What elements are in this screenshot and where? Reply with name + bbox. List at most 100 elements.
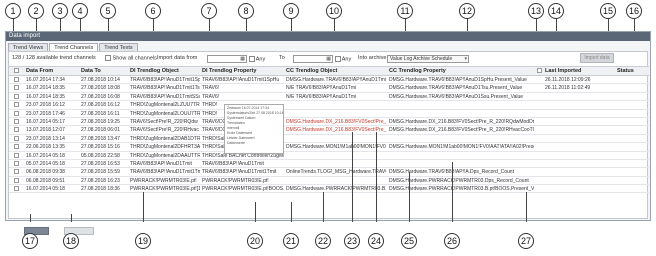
cell-cc-object: DMSG.Hardware.PWRRACK!PWRMTR03.B.pt! [286, 186, 386, 193]
col-status[interactable]: Status [617, 68, 634, 74]
col-di-trendlog-object[interactable]: DI Trendlog Object [130, 68, 179, 74]
callout-25: 25 [401, 233, 417, 249]
table-row[interactable]: 16.07.2014 18:35 27.08.2018 18:08 TRAV6!B8… [9, 84, 649, 93]
cell-di-property: PWRRACK!PWRMTR03!E.pt! [202, 177, 269, 184]
cell-di-property: TRAV6! [202, 85, 220, 92]
table-row[interactable]: 22.06.2018 13:35 27.08.2018 15:16 THRD!Zug… [9, 143, 649, 152]
any-to-checkbox[interactable] [334, 56, 341, 62]
callout-1: 1 [5, 3, 21, 19]
cell-cc-property: DMSG.Hardware.TRAV6!B83!AP!!AnuD1Tsu.Pre… [389, 85, 523, 92]
cell-di-object: TRAV6!B83!AP!!AnuD1Tmit1Tsu [130, 85, 200, 92]
cell-cc-object: DMSG.Hardware.DX_216.B83!FV0Sect!Pre_R_2… [286, 127, 386, 134]
to-label: To [279, 55, 285, 61]
table-row[interactable]: 06.08.2018 09:51 27.08.2018 16:23 PWRRACK!… [9, 177, 649, 186]
col-cc-trendlog-property[interactable]: CC Trendlog Property [389, 68, 446, 74]
import-button[interactable]: Import data [580, 53, 614, 63]
table-row[interactable]: 16.07.2014 18:35 27.08.2018 16:08 TRAV6!B8… [9, 93, 649, 102]
row-checkbox[interactable] [14, 152, 19, 158]
cell-di-object: THRD!ZugMontenal2DAAUTTRO [130, 152, 200, 159]
callout-8: 8 [238, 3, 254, 19]
any-from-checkbox[interactable] [248, 56, 255, 62]
row-checkbox[interactable] [14, 169, 19, 175]
cell-data-to: 27.08.2018 15:59 [81, 169, 120, 176]
col-di-trendlog-property[interactable]: DI Trendlog Property [202, 68, 256, 74]
cell-cc-object: DMSG.Hardware.MON1!M1ab00!MON1!FV0!AAT!A… [286, 144, 386, 151]
archive-group-select[interactable]: Value Log Archive Schedule ▾ [387, 55, 469, 63]
cell-data-from: 16.07.2014 05:18 [26, 152, 65, 159]
table-row[interactable]: 23.07.2018 13:14 27.08.2018 13:47 THRD!Zug… [9, 135, 649, 144]
cell-cc-object: DMSG.Hardware.DX_216.B83!FV0Sect!Pre_R_2… [286, 118, 386, 125]
cell-cc-property: DMSG.Hardware.DX_216.B83!FV0Sect!Pre_R_2… [389, 118, 534, 125]
cell-data-from: 23.07.2018 13:14 [26, 135, 65, 142]
table-row[interactable]: 06.08.2018 09:38 27.08.2018 15:59 TRAV6!B8… [9, 168, 649, 177]
trend-channels-content: 128 / 128 available trend channels Show … [8, 51, 649, 235]
callout-14: 14 [548, 3, 564, 19]
cell-cc-object: N/E TRAV6!B83!AP!!AnuD1Tmi [286, 85, 357, 92]
col-data-from[interactable]: Data From [26, 68, 53, 74]
col-last-imported[interactable]: Last Imported [545, 68, 581, 74]
cell-di-object: TRAV6!B83!AP!!AnuD1Tmit [130, 160, 192, 167]
grid-header: Data From Data To DI Trendlog Object DI … [9, 67, 649, 76]
table-row[interactable]: 23.07.2018 16:12 27.08.2018 16:12 THRD!Zug… [9, 101, 649, 110]
callout-19: 19 [135, 233, 151, 249]
row-checkbox[interactable] [14, 85, 19, 91]
import-to-date[interactable]: ▦ [293, 55, 333, 63]
table-row[interactable]: 05.07.2014 05:18 27.08.2018 16:53 TRAV6!B8… [9, 160, 649, 169]
import-from-date[interactable]: ▦ [207, 55, 247, 63]
select-all-checkbox[interactable] [14, 68, 19, 73]
cell-last-imported: 26.11.2018 11:02:49 [545, 85, 591, 92]
callout-6: 6 [145, 3, 161, 19]
row-checkbox[interactable] [14, 118, 19, 124]
callout-26: 26 [444, 233, 460, 249]
row-checkbox[interactable] [14, 93, 19, 99]
row-checkbox[interactable] [14, 77, 19, 82]
cell-data-to: 27.08.2018 16:12 [81, 102, 120, 109]
row-checkbox[interactable] [14, 177, 19, 183]
cell-data-to: 27.08.2018 13:47 [81, 135, 120, 142]
row-checkbox[interactable] [14, 160, 19, 166]
table-row[interactable]: 16.07.2014 17:34 27.08.2018 10:14 TRAV6!B8… [9, 76, 649, 85]
row-checkbox[interactable] [14, 144, 19, 150]
last-imported-checkbox[interactable] [537, 68, 542, 73]
cell-data-to: 27.08.2018 18:36 [81, 186, 120, 193]
callout-23: 23 [344, 233, 360, 249]
cell-cc-object: DMSG.Hardware.TRAV6!B83!AP!!AnuD1Tmi [286, 77, 386, 83]
table-row[interactable]: 16.07.2014 05:18 05.08.2018 22:58 THRD!Zug… [9, 152, 649, 160]
show-all-checkbox[interactable] [105, 55, 111, 61]
row-checkbox[interactable] [14, 135, 19, 141]
cell-di-property: TRAV6!B83!AP!!AnuD1Tmit [202, 160, 264, 167]
table-row[interactable]: 13.07.2018 12:07 27.08.2018 06:01 TRAV6!Se… [9, 126, 649, 135]
cell-last-imported: 26.11.2018 12:09:26 [545, 77, 591, 83]
cell-data-to: 05.08.2018 22:58 [81, 152, 120, 159]
channel-count: 128 / 128 available trend channels [12, 55, 96, 61]
table-row[interactable]: 16.07.2014 05:18 27.08.2018 18:36 PWRRACK!… [9, 185, 649, 194]
col-cc-trendlog-object[interactable]: CC Trendlog Object [286, 68, 337, 74]
cell-data-to: 27.08.2018 16:11 [81, 110, 120, 117]
cell-data-from: 06.08.2018 09:51 [26, 177, 65, 184]
cell-cc-property: DMSG.Hardware.TRAV6!B83!AP!!AnuD1SpHu.Pr… [389, 77, 527, 83]
cell-data-to: 27.08.2018 18:08 [81, 85, 120, 92]
callout-7: 7 [201, 3, 217, 19]
tooltip-line-8: Datenwerte [227, 141, 245, 145]
cell-data-from: 16.07.2014 18:35 [26, 93, 65, 100]
callout-9: 9 [283, 3, 299, 19]
table-row[interactable]: 16.07.2014 05:17 27.08.2018 19:25 TRAV6!Se… [9, 118, 649, 127]
row-checkbox[interactable] [14, 186, 19, 192]
row-checkbox[interactable] [14, 102, 19, 108]
any-to-label: Any [341, 56, 352, 63]
cell-data-to: 27.08.2018 15:16 [81, 144, 120, 151]
row-checkbox[interactable] [14, 127, 19, 133]
callout-24: 24 [368, 233, 384, 249]
cell-data-from: 13.07.2018 12:07 [26, 127, 65, 134]
cell-cc-object: OnlineTrends.TLOG!_MSG_Hardware.TRAV6!B8… [286, 169, 386, 176]
cell-di-object: THRD!ZugMontenal2LZUU7TRO [130, 102, 200, 109]
callout-12: 12 [459, 3, 475, 19]
table-row[interactable]: 23.07.2018 17:46 27.08.2018 16:11 THRD!Zug… [9, 110, 649, 118]
callout-17: 17 [22, 233, 38, 249]
col-data-to[interactable]: Data To [81, 68, 101, 74]
row-checkbox[interactable] [14, 110, 19, 116]
cell-data-from: 23.07.2018 16:12 [26, 102, 65, 109]
callout-10: 10 [326, 3, 342, 19]
cell-data-to: 27.08.2018 06:01 [81, 127, 120, 134]
import-from-label: Import data from [157, 55, 198, 61]
